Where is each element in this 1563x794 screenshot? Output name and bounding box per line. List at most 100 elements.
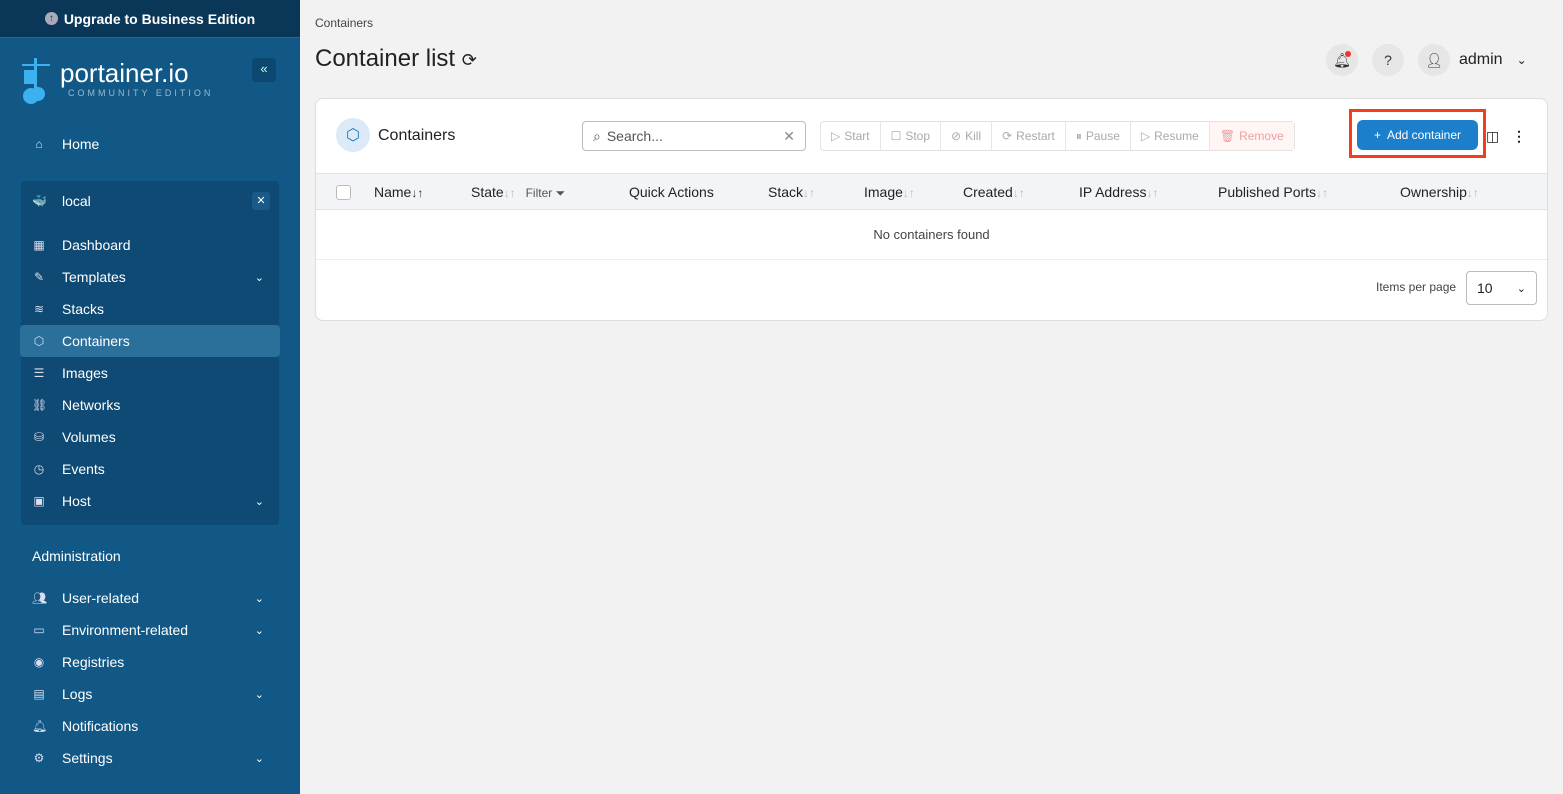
column-published-ports[interactable]: Published Ports↓↑ xyxy=(1218,184,1328,200)
sidebar-item-containers[interactable]: ⬡ Containers xyxy=(20,325,280,357)
sidebar-item-settings[interactable]: ⚙ Settings ⌄ xyxy=(20,742,280,774)
action-label: Resume xyxy=(1154,129,1199,143)
sidebar-item-events[interactable]: ◷ Events xyxy=(20,453,280,485)
remove-button[interactable]: 🗑︎ Remove xyxy=(1209,122,1294,150)
box-icon: ⬡ xyxy=(33,334,45,348)
select-all-checkbox[interactable] xyxy=(336,185,351,200)
sidebar-item-notifications[interactable]: 🔔︎ Notifications xyxy=(20,710,280,742)
host-icon: ▣ xyxy=(33,494,45,508)
help-button[interactable]: ? xyxy=(1372,44,1404,76)
column-label: Image xyxy=(864,184,903,200)
sort-icon: ↓↑ xyxy=(1012,186,1025,200)
column-created[interactable]: Created↓↑ xyxy=(963,184,1025,200)
items-per-page-select[interactable]: 10 ⌄ xyxy=(1466,271,1537,305)
collapse-sidebar-button[interactable]: « xyxy=(252,58,276,82)
username: admin xyxy=(1459,51,1503,68)
action-label: Remove xyxy=(1239,129,1284,143)
sort-icon: ↓↑ xyxy=(902,186,915,200)
chevron-down-icon[interactable]: ⌄ xyxy=(255,495,264,508)
column-stack[interactable]: Stack↓↑ xyxy=(768,184,815,200)
sidebar-item-home[interactable]: ⌂ Home xyxy=(20,128,280,160)
stop-button[interactable]: ☐ Stop xyxy=(881,122,942,150)
sidebar-item-networks[interactable]: ⛓ Networks xyxy=(20,389,280,421)
clear-search-icon[interactable]: ✕ xyxy=(783,128,795,145)
chevron-down-icon[interactable]: ⌄ xyxy=(255,688,264,701)
chevron-down-icon[interactable]: ⌄ xyxy=(255,752,264,765)
chevron-down-icon[interactable]: ⌄ xyxy=(255,592,264,605)
kill-button[interactable]: ⊘ Kill xyxy=(941,122,993,150)
empty-message: No containers found xyxy=(316,210,1547,260)
notifications-button[interactable]: 🔔︎ xyxy=(1326,44,1358,76)
state-filter[interactable]: Filter ⏷ xyxy=(526,186,566,200)
highlight-box xyxy=(1349,109,1486,158)
nav-label: Templates xyxy=(62,269,126,285)
nav-label: Host xyxy=(62,493,91,509)
environment-local[interactable]: 🐳 local ✕ xyxy=(20,185,280,217)
kill-icon: ⊘ xyxy=(951,129,962,143)
action-label: Restart xyxy=(1016,129,1055,143)
sidebar-item-volumes[interactable]: ⛁ Volumes xyxy=(20,421,280,453)
sidebar-item-logs[interactable]: ▤ Logs ⌄ xyxy=(20,678,280,710)
restart-button[interactable]: ⟳ Restart xyxy=(992,122,1066,150)
pause-button[interactable]: ⏸︎ Pause xyxy=(1066,122,1131,150)
breadcrumb[interactable]: Containers xyxy=(315,16,373,30)
sidebar-item-dashboard[interactable]: ▦ Dashboard xyxy=(20,229,280,261)
table-header: Name↓↑ State↓↑ Filter ⏷ Quick Actions Stack… xyxy=(316,173,1547,210)
dashboard-icon: ▦ xyxy=(33,238,45,252)
network-icon: ⛓ xyxy=(32,398,48,412)
administration-heading: Administration xyxy=(32,548,121,564)
column-label: Quick Actions xyxy=(629,184,714,200)
close-environment-icon[interactable]: ✕ xyxy=(252,192,270,210)
nav-label: Home xyxy=(62,136,100,152)
sidebar-item-environment-related[interactable]: ▭ Environment-related ⌄ xyxy=(20,614,280,646)
sidebar-item-stacks[interactable]: ≋ Stacks xyxy=(20,293,280,325)
users-icon: 👥︎ xyxy=(32,591,48,605)
refresh-icon[interactable]: ⟳ xyxy=(462,50,477,70)
column-image[interactable]: Image↓↑ xyxy=(864,184,915,200)
user-avatar[interactable]: 👤︎ xyxy=(1418,44,1450,76)
nav-label: Volumes xyxy=(62,429,116,445)
user-menu[interactable]: admin ⌄ xyxy=(1459,51,1527,69)
remove-icon: 🗑︎ xyxy=(1219,129,1236,143)
sidebar-item-images[interactable]: ☰ Images xyxy=(20,357,280,389)
column-ownership[interactable]: Ownership↓↑ xyxy=(1400,184,1479,200)
sidebar-item-templates[interactable]: ✎ Templates ⌄ xyxy=(20,261,280,293)
nav-label: Environment-related xyxy=(62,622,189,638)
start-icon: ▷ xyxy=(831,129,841,143)
column-label: State xyxy=(471,184,504,200)
column-name[interactable]: Name↓↑ xyxy=(374,184,423,200)
upgrade-label: Upgrade to Business Edition xyxy=(63,10,256,27)
items-per-page-label: Items per page xyxy=(1376,280,1457,294)
resume-button[interactable]: ▷ Resume xyxy=(1131,122,1210,150)
filter-icon: ⏷ xyxy=(555,186,566,200)
column-state[interactable]: State↓↑ Filter ⏷ xyxy=(471,184,565,201)
chevron-down-icon[interactable]: ⌄ xyxy=(255,624,264,637)
bulk-actions: ▷ Start ☐ Stop ⊘ Kill ⟳ Restart ⏸︎ Pause ▷ Resume 🗑︎… xyxy=(820,121,1295,151)
portainer-logo-icon xyxy=(22,58,50,104)
column-label: IP Address xyxy=(1079,184,1147,200)
nav-label: Networks xyxy=(62,397,121,413)
column-quick-actions[interactable]: Quick Actions xyxy=(629,184,714,200)
sidebar-item-host[interactable]: ▣ Host ⌄ xyxy=(20,485,280,517)
sidebar-item-user-related[interactable]: 👥︎ User-related ⌄ xyxy=(20,582,280,614)
drive-icon: ▭ xyxy=(33,623,45,637)
help-icon: ? xyxy=(1384,52,1392,68)
search-placeholder: Search... xyxy=(606,128,663,144)
chevron-down-icon: ⌄ xyxy=(1516,282,1526,295)
sort-icon: ↓↑ xyxy=(411,186,424,200)
bell-icon: 🔔︎ xyxy=(32,719,48,733)
sort-icon: ↓↑ xyxy=(1466,186,1479,200)
start-button[interactable]: ▷ Start xyxy=(821,122,881,150)
logo[interactable]: portainer.io COMMUNITY EDITION xyxy=(20,58,213,104)
more-options-icon[interactable]: ⋮ xyxy=(1512,128,1526,145)
columns-icon[interactable]: ◫ xyxy=(1486,128,1499,145)
nav-label: Settings xyxy=(62,750,113,766)
upgrade-banner[interactable]: ↑ Upgrade to Business Edition xyxy=(0,0,300,38)
column-ip-address[interactable]: IP Address↓↑ xyxy=(1079,184,1158,200)
chevron-down-icon[interactable]: ⌄ xyxy=(255,271,264,284)
search-input[interactable]: ⌕ Search... ✕ xyxy=(582,121,806,151)
sidebar-item-registries[interactable]: ◉ Registries xyxy=(20,646,280,678)
edit-icon: ✎ xyxy=(33,270,45,284)
pause-icon: ⏸︎ xyxy=(1075,128,1082,143)
list-icon: ☰ xyxy=(33,366,45,380)
